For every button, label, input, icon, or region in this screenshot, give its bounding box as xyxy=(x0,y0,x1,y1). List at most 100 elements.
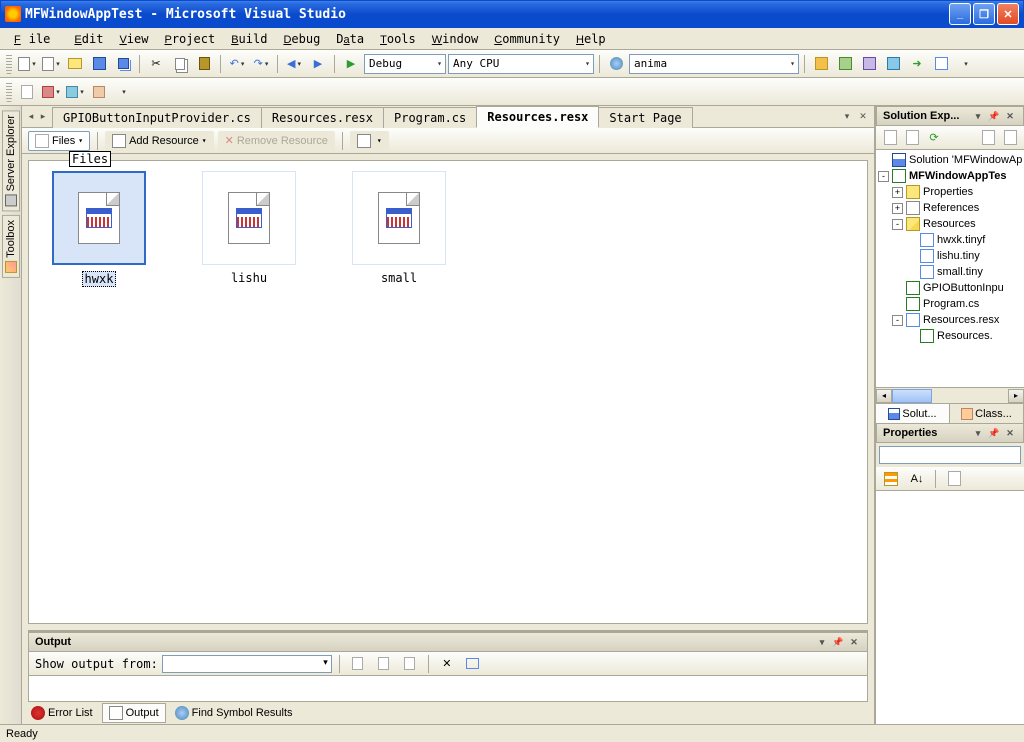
se-close-icon[interactable]: ✕ xyxy=(1003,109,1017,123)
tb2-btn5[interactable] xyxy=(112,81,134,103)
se-showall-button[interactable] xyxy=(902,128,922,148)
tree-small-file[interactable]: small.tiny xyxy=(876,264,1024,280)
menu-view[interactable]: View xyxy=(111,30,156,48)
tb2-btn3[interactable] xyxy=(64,81,86,103)
se-view-designer-button[interactable] xyxy=(1000,128,1020,148)
save-button[interactable] xyxy=(88,53,110,75)
props-pages-button[interactable] xyxy=(943,468,965,490)
output-text-area[interactable] xyxy=(28,676,868,702)
solution-tree[interactable]: Solution 'MFWindowAp -MFWindowAppTes +Pr… xyxy=(876,150,1024,387)
tab-list-dropdown[interactable]: ▾ xyxy=(840,109,854,123)
output-btn1[interactable] xyxy=(347,653,369,675)
output-close-icon[interactable]: ✕ xyxy=(847,635,861,649)
resource-item-lishu[interactable]: lishu xyxy=(199,171,299,613)
close-button[interactable]: ✕ xyxy=(997,3,1019,25)
props-pin-icon[interactable]: 📌 xyxy=(987,426,1001,440)
menu-file[interactable]: File xyxy=(6,30,66,48)
tb-ext5[interactable]: ➜ xyxy=(906,53,928,75)
tb-ext1[interactable] xyxy=(810,53,832,75)
props-categorized-button[interactable] xyxy=(880,468,902,490)
add-resource-button[interactable]: Add Resource xyxy=(105,131,214,151)
scroll-thumb[interactable] xyxy=(892,389,932,403)
resource-category-files[interactable]: Files xyxy=(28,131,90,151)
paste-button[interactable] xyxy=(193,53,215,75)
menu-edit[interactable]: Edit xyxy=(66,30,111,48)
output-source-combo[interactable] xyxy=(162,655,332,673)
toolbar-options[interactable] xyxy=(954,53,976,75)
se-properties-button[interactable] xyxy=(880,128,900,148)
doc-tab-program[interactable]: Program.cs xyxy=(383,107,477,128)
redo-button[interactable]: ↷ xyxy=(250,53,272,75)
menu-build[interactable]: Build xyxy=(223,30,275,48)
tree-resources-designer[interactable]: Resources. xyxy=(876,328,1024,344)
tree-solution-node[interactable]: Solution 'MFWindowAp xyxy=(876,152,1024,168)
tab-scroll-right[interactable]: ▸ xyxy=(36,109,50,123)
properties-object-combo[interactable] xyxy=(879,446,1021,464)
output-pin-icon[interactable]: 📌 xyxy=(831,635,845,649)
add-item-button[interactable] xyxy=(40,53,62,75)
find-in-files-icon[interactable] xyxy=(605,53,627,75)
minimize-button[interactable]: _ xyxy=(949,3,971,25)
navigate-fwd-button[interactable]: ▶ xyxy=(307,53,329,75)
undo-button[interactable]: ↶ xyxy=(226,53,248,75)
tb2-btn1[interactable] xyxy=(16,81,38,103)
se-horizontal-scrollbar[interactable]: ◂ ▸ xyxy=(876,387,1024,403)
platform-combo[interactable]: Any CPU xyxy=(448,54,594,74)
error-list-tab[interactable]: Error List xyxy=(24,703,100,723)
menu-community[interactable]: Community xyxy=(486,30,568,48)
properties-panel-header[interactable]: Properties ▾ 📌 ✕ xyxy=(876,423,1024,443)
tb-ext3[interactable] xyxy=(858,53,880,75)
resource-item-hwxk[interactable]: hwxk xyxy=(49,171,149,613)
se-refresh-button[interactable]: ⟳ xyxy=(924,128,944,148)
props-close-icon[interactable]: ✕ xyxy=(1003,426,1017,440)
output-dropdown-icon[interactable]: ▾ xyxy=(815,635,829,649)
find-combo[interactable]: anima xyxy=(629,54,799,74)
tree-project-node[interactable]: -MFWindowAppTes xyxy=(876,168,1024,184)
class-view-tab[interactable]: Class... xyxy=(950,404,1024,423)
solution-explorer-tab[interactable]: Solut... xyxy=(876,404,950,423)
scroll-right-arrow[interactable]: ▸ xyxy=(1008,389,1024,403)
tree-lishu-file[interactable]: lishu.tiny xyxy=(876,248,1024,264)
output-btn2[interactable] xyxy=(373,653,395,675)
solution-explorer-header[interactable]: Solution Exp... ▾ 📌 ✕ xyxy=(876,106,1024,126)
remove-resource-button[interactable]: ✕Remove Resource xyxy=(218,131,335,151)
scroll-left-arrow[interactable]: ◂ xyxy=(876,389,892,403)
save-all-button[interactable] xyxy=(112,53,134,75)
doc-tab-resources-active[interactable]: Resources.resx xyxy=(476,106,599,128)
output-panel-header[interactable]: Output ▾ 📌 ✕ xyxy=(28,632,868,652)
properties-grid[interactable] xyxy=(876,491,1024,724)
tb2-btn2[interactable] xyxy=(40,81,62,103)
maximize-button[interactable]: ❐ xyxy=(973,3,995,25)
tree-resources-folder[interactable]: -Resources xyxy=(876,216,1024,232)
open-file-button[interactable] xyxy=(64,53,86,75)
config-combo[interactable]: Debug xyxy=(364,54,446,74)
tree-hwxk-file[interactable]: hwxk.tinyf xyxy=(876,232,1024,248)
props-dropdown-icon[interactable]: ▾ xyxy=(971,426,985,440)
tb-ext2[interactable] xyxy=(834,53,856,75)
output-tab[interactable]: Output xyxy=(102,703,166,723)
toolbar-grip[interactable] xyxy=(6,54,12,74)
doc-tab-startpage[interactable]: Start Page xyxy=(598,107,692,128)
output-clear-button[interactable]: ✕ xyxy=(436,653,458,675)
tree-gpio-file[interactable]: GPIOButtonInpu xyxy=(876,280,1024,296)
server-explorer-tab[interactable]: Server Explorer xyxy=(2,110,20,211)
se-pin-icon[interactable]: 📌 xyxy=(987,109,1001,123)
toolbar-grip-2[interactable] xyxy=(6,82,12,102)
new-project-button[interactable] xyxy=(16,53,38,75)
menu-data[interactable]: Data xyxy=(328,30,372,48)
props-alphabetical-button[interactable]: A↓ xyxy=(906,468,928,490)
menu-tools[interactable]: Tools xyxy=(372,30,424,48)
copy-button[interactable] xyxy=(169,53,191,75)
tree-resources-resx[interactable]: -Resources.resx xyxy=(876,312,1024,328)
doc-tab-resources1[interactable]: Resources.resx xyxy=(261,107,384,128)
tree-properties-node[interactable]: +Properties xyxy=(876,184,1024,200)
resource-view-button[interactable] xyxy=(350,131,389,151)
tree-program-file[interactable]: Program.cs xyxy=(876,296,1024,312)
cut-button[interactable]: ✂ xyxy=(145,53,167,75)
tb2-btn4[interactable] xyxy=(88,81,110,103)
find-symbol-results-tab[interactable]: Find Symbol Results xyxy=(168,703,300,723)
menu-debug[interactable]: Debug xyxy=(275,30,328,48)
se-view-code-button[interactable] xyxy=(978,128,998,148)
menu-project[interactable]: Project xyxy=(156,30,223,48)
output-wrap-button[interactable] xyxy=(462,653,484,675)
